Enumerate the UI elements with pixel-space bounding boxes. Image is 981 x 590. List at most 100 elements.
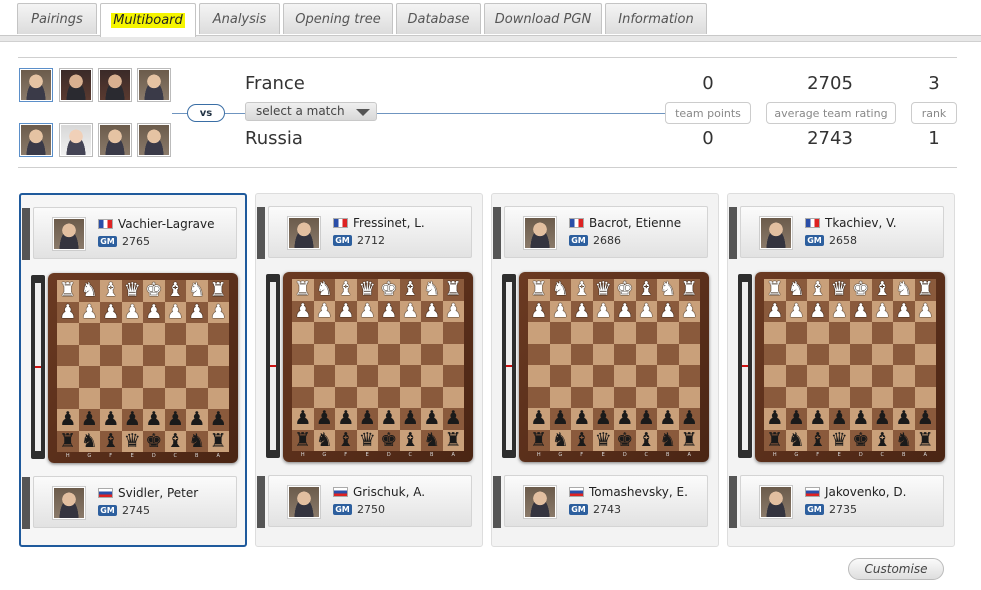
board-square[interactable]: ♝	[635, 429, 657, 451]
board-square[interactable]: ♟	[592, 408, 614, 430]
board-square[interactable]: ♟	[356, 408, 378, 430]
board-square[interactable]	[807, 343, 829, 365]
board-square[interactable]: ♜	[914, 429, 936, 451]
board-square[interactable]: ♛	[828, 429, 850, 451]
board-square[interactable]	[378, 365, 400, 387]
board-square[interactable]: ♜	[678, 279, 700, 301]
board-square[interactable]: ♟	[399, 300, 421, 322]
board-square[interactable]: ♛	[121, 430, 143, 452]
board-square[interactable]: ♟	[292, 300, 314, 322]
board-square[interactable]	[678, 343, 700, 365]
board-square[interactable]	[442, 343, 464, 365]
board-square[interactable]	[893, 322, 915, 344]
board-panel[interactable]: Bacrot, Etienne GM 2686 ♜ ♞ ♝ ♛ ♚ ♝ ♞ ♜ ♟ ♟ ♟ ♟ ♟ ♟ ♟ ♟ ♟ ♟ ♟…	[491, 193, 719, 547]
board-square[interactable]: ♝	[399, 279, 421, 301]
board-square[interactable]: ♛	[356, 429, 378, 451]
board-square[interactable]	[871, 343, 893, 365]
board-square[interactable]: ♟	[442, 408, 464, 430]
board-square[interactable]	[186, 344, 208, 366]
player-card[interactable]: Tomashevsky, E. GM 2743	[493, 475, 708, 528]
board-square[interactable]: ♝	[399, 429, 421, 451]
board-square[interactable]: ♚	[378, 279, 400, 301]
board-square[interactable]: ♟	[207, 409, 229, 431]
board-square[interactable]	[850, 322, 872, 344]
board-square[interactable]: ♝	[871, 429, 893, 451]
board-square[interactable]	[549, 386, 571, 408]
board-square[interactable]	[549, 343, 571, 365]
board-square[interactable]: ♝	[571, 429, 593, 451]
board-square[interactable]: ♞	[657, 279, 679, 301]
board-square[interactable]	[100, 323, 122, 345]
board-square[interactable]	[764, 365, 786, 387]
board-square[interactable]: ♟	[78, 301, 100, 323]
board-square[interactable]: ♟	[399, 408, 421, 430]
board-square[interactable]: ♟	[914, 408, 936, 430]
board-square[interactable]: ♟	[121, 301, 143, 323]
board-square[interactable]: ♜	[57, 430, 79, 452]
board-square[interactable]: ♛	[356, 279, 378, 301]
board-square[interactable]	[335, 365, 357, 387]
board-square[interactable]: ♟	[143, 409, 165, 431]
board-square[interactable]: ♝	[335, 279, 357, 301]
board-square[interactable]	[164, 366, 186, 388]
board-square[interactable]	[785, 322, 807, 344]
board-square[interactable]: ♜	[442, 429, 464, 451]
board-square[interactable]	[421, 365, 443, 387]
board-square[interactable]	[186, 387, 208, 409]
board-square[interactable]: ♟	[528, 300, 550, 322]
board-square[interactable]: ♞	[549, 429, 571, 451]
player-card[interactable]: Tkachiev, V. GM 2658	[729, 206, 944, 259]
board-square[interactable]	[164, 344, 186, 366]
avatar[interactable]	[137, 123, 171, 157]
board-square[interactable]: ♟	[313, 408, 335, 430]
board-square[interactable]: ♟	[828, 300, 850, 322]
board-square[interactable]: ♚	[850, 429, 872, 451]
board-square[interactable]	[207, 344, 229, 366]
board-square[interactable]: ♟	[871, 300, 893, 322]
player-card[interactable]: Vachier-Lagrave GM 2765	[22, 207, 237, 260]
board-square[interactable]: ♚	[378, 429, 400, 451]
board-square[interactable]: ♟	[100, 409, 122, 431]
board-square[interactable]	[442, 365, 464, 387]
board-square[interactable]	[335, 322, 357, 344]
board-square[interactable]: ♟	[592, 300, 614, 322]
board-square[interactable]: ♞	[421, 429, 443, 451]
board-square[interactable]	[635, 322, 657, 344]
board-square[interactable]: ♟	[313, 300, 335, 322]
board-square[interactable]	[313, 343, 335, 365]
board-square[interactable]	[635, 386, 657, 408]
board-square[interactable]: ♟	[292, 408, 314, 430]
board-square[interactable]: ♜	[292, 429, 314, 451]
board-square[interactable]	[207, 323, 229, 345]
board-square[interactable]	[914, 322, 936, 344]
board-square[interactable]	[186, 323, 208, 345]
board-square[interactable]: ♟	[378, 300, 400, 322]
board-square[interactable]	[764, 386, 786, 408]
board-square[interactable]	[764, 343, 786, 365]
board-square[interactable]: ♜	[528, 279, 550, 301]
board-square[interactable]: ♛	[121, 280, 143, 302]
board-square[interactable]: ♟	[143, 301, 165, 323]
board-square[interactable]: ♟	[335, 408, 357, 430]
board-square[interactable]: ♟	[121, 409, 143, 431]
board-square[interactable]: ♞	[186, 430, 208, 452]
board-square[interactable]	[893, 386, 915, 408]
board-square[interactable]: ♟	[785, 300, 807, 322]
board-square[interactable]	[121, 387, 143, 409]
board-square[interactable]	[528, 386, 550, 408]
board-square[interactable]	[100, 344, 122, 366]
board-square[interactable]	[828, 343, 850, 365]
board-square[interactable]	[186, 366, 208, 388]
board-square[interactable]	[164, 323, 186, 345]
board-square[interactable]	[378, 343, 400, 365]
board-square[interactable]: ♝	[571, 279, 593, 301]
board-square[interactable]	[528, 343, 550, 365]
board-square[interactable]: ♞	[785, 279, 807, 301]
board-square[interactable]: ♟	[850, 408, 872, 430]
board-square[interactable]: ♚	[614, 429, 636, 451]
player-card[interactable]: Jakovenko, D. GM 2735	[729, 475, 944, 528]
board-square[interactable]: ♝	[100, 430, 122, 452]
board-square[interactable]	[100, 387, 122, 409]
board-square[interactable]: ♝	[807, 429, 829, 451]
board-square[interactable]: ♝	[100, 280, 122, 302]
